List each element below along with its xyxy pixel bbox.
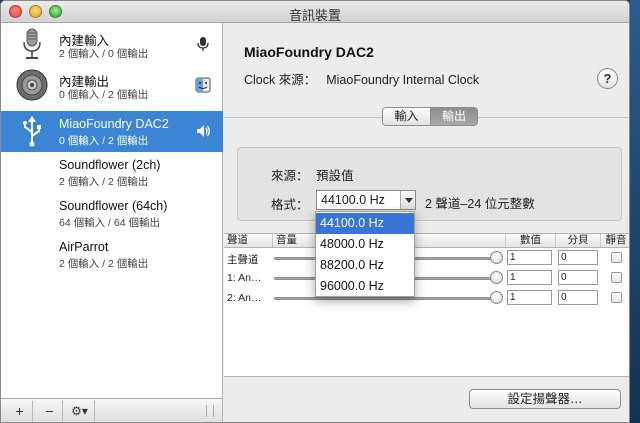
device-channels: 2 個輸入 / 0 個輸出: [59, 48, 149, 60]
volume-slider-track[interactable]: [274, 297, 494, 300]
value-field[interactable]: 1: [507, 270, 552, 285]
format-option-96000[interactable]: 96000.0 Hz: [316, 276, 414, 297]
volume-icon: [197, 125, 210, 137]
device-channels: 0 個輸入 / 2 個輸出: [59, 135, 149, 147]
table-row: 2: An… 1 0: [224, 289, 629, 308]
device-item-soundflower-64ch[interactable]: Soundflower (64ch) 64 個輸入 / 64 個輸出: [1, 193, 223, 234]
device-channels: 2 個輸入 / 2 個輸出: [59, 176, 149, 188]
table-row: 主聲道 1 0: [224, 249, 629, 268]
format-option-48000[interactable]: 48000.0 Hz: [316, 234, 414, 255]
audio-devices-window: 音訊裝置 內建輸入 2 個輸入 / 0 個輸出 內建輸出 0 個輸入 / 2 個…: [0, 0, 630, 423]
volume-slider-knob[interactable]: [490, 291, 503, 304]
usb-icon: [23, 116, 41, 147]
mute-checkbox[interactable]: [611, 252, 622, 263]
tab-input[interactable]: 輸入: [383, 108, 430, 125]
clock-source-row: Clock 來源： MiaoFoundry Internal Clock: [244, 69, 479, 88]
remove-device-button[interactable]: −: [37, 401, 63, 421]
io-segmented-control: 輸入 輸出: [382, 107, 478, 126]
window-title: 音訊裝置: [288, 8, 341, 23]
db-field[interactable]: 0: [558, 290, 598, 305]
source-value: 預設值: [316, 169, 354, 183]
format-select-value: 44100.0 Hz: [321, 193, 385, 207]
microphone-icon: [23, 28, 41, 59]
device-name: AirParrot: [59, 240, 109, 254]
desktop-background: [630, 0, 640, 423]
value-field[interactable]: 1: [507, 250, 552, 265]
resize-handle[interactable]: [206, 405, 214, 417]
chevron-down-icon: [400, 191, 415, 209]
format-dropdown-menu: 44100.0 Hz 48000.0 Hz 88200.0 Hz 96000.0…: [315, 211, 415, 297]
table-row: 1: An… 1 0: [224, 269, 629, 288]
mic-small-icon: [197, 37, 209, 51]
sidebar-toolbar: + − ⚙▾: [1, 398, 223, 422]
device-name: MiaoFoundry DAC2: [59, 117, 169, 131]
channel-name: 1: An…: [227, 272, 262, 284]
finder-icon: [195, 77, 211, 93]
mute-checkbox[interactable]: [611, 272, 622, 283]
column-header-channel[interactable]: 聲道: [224, 234, 273, 247]
volume-slider-knob[interactable]: [490, 251, 503, 264]
db-field[interactable]: 0: [558, 270, 598, 285]
clock-source-value: MiaoFoundry Internal Clock: [326, 73, 480, 87]
device-name: Soundflower (64ch): [59, 199, 168, 213]
column-header-value[interactable]: 數值: [506, 234, 556, 247]
format-option-88200[interactable]: 88200.0 Hz: [316, 255, 414, 276]
speaker-icon: [16, 69, 48, 101]
device-list: 內建輸入 2 個輸入 / 0 個輸出 內建輸出 0 個輸入 / 2 個輸出 Mi…: [1, 23, 223, 398]
volume-slider-knob[interactable]: [490, 271, 503, 284]
device-channels: 2 個輸入 / 2 個輸出: [59, 258, 149, 270]
source-label: 來源：: [271, 169, 309, 183]
db-field[interactable]: 0: [558, 250, 598, 265]
format-group: 來源： 預設值 格式： 44100.0 Hz 2 聲道–24 位元整數: [237, 147, 622, 221]
device-channels: 64 個輸入 / 64 個輸出: [59, 217, 160, 229]
device-item-builtin-input[interactable]: 內建輸入 2 個輸入 / 0 個輸出: [1, 24, 223, 65]
column-header-db[interactable]: 分貝: [556, 234, 601, 247]
title-bar[interactable]: 音訊裝置: [1, 1, 629, 23]
configure-speakers-button[interactable]: 設定揚聲器…: [469, 389, 621, 409]
channel-name: 2: An…: [227, 292, 262, 304]
clock-source-label: Clock 來源：: [244, 73, 317, 87]
format-option-44100[interactable]: 44100.0 Hz: [316, 213, 414, 234]
device-item-airparrot[interactable]: AirParrot 2 個輸入 / 2 個輸出: [1, 234, 223, 275]
table-header: 聲道 音量 數值 分貝 靜音: [224, 234, 629, 248]
tab-output[interactable]: 輸出: [430, 108, 477, 125]
help-button[interactable]: ?: [597, 68, 618, 89]
value-field[interactable]: 1: [507, 290, 552, 305]
channel-volume-table: 聲道 音量 數值 分貝 靜音 主聲道 1 0 1: An… 1 0 2: An……: [224, 233, 629, 377]
device-name: Soundflower (2ch): [59, 158, 161, 172]
format-description: 2 聲道–24 位元整數: [425, 197, 535, 211]
mute-checkbox[interactable]: [611, 292, 622, 303]
device-item-builtin-output[interactable]: 內建輸出 0 個輸入 / 2 個輸出: [1, 65, 223, 106]
format-label: 格式：: [271, 198, 309, 212]
add-device-button[interactable]: +: [7, 401, 33, 421]
device-detail-panel: MiaoFoundry DAC2 Clock 來源： MiaoFoundry In…: [224, 23, 629, 422]
format-select[interactable]: 44100.0 Hz: [316, 190, 416, 210]
device-channels: 0 個輸入 / 2 個輸出: [59, 89, 149, 101]
device-item-soundflower-2ch[interactable]: Soundflower (2ch) 2 個輸入 / 2 個輸出: [1, 152, 223, 193]
device-item-miaofoundry-dac2[interactable]: MiaoFoundry DAC2 0 個輸入 / 2 個輸出: [1, 111, 223, 152]
device-title: MiaoFoundry DAC2: [244, 44, 374, 60]
column-header-mute[interactable]: 靜音: [601, 234, 629, 247]
channel-name: 主聲道: [227, 254, 259, 266]
gear-menu-button[interactable]: ⚙▾: [65, 401, 95, 421]
